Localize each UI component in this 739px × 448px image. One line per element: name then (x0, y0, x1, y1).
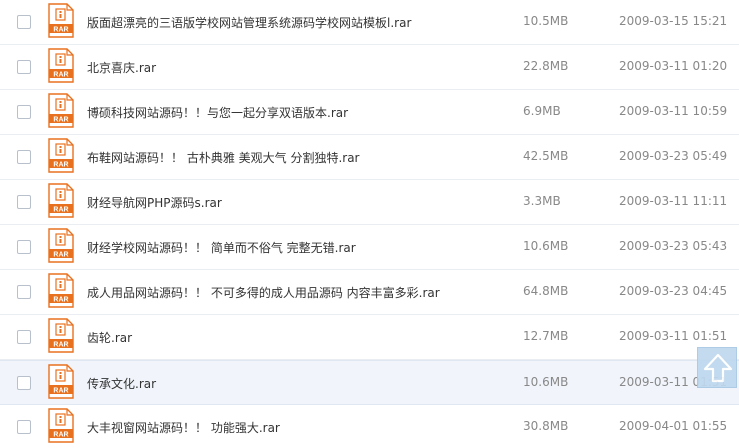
file-type-label: RAR (53, 207, 68, 214)
file-row[interactable]: RAR 财经导航网PHP源码s.rar 3.3MB 2009-03-11 11:11 (0, 180, 739, 225)
file-type-label: RAR (53, 297, 68, 304)
file-size: 6.9MB (523, 104, 561, 118)
file-row[interactable]: RAR 齿轮.rar 12.7MB 2009-03-11 01:51 (0, 315, 739, 360)
rar-file-icon: RAR (48, 3, 74, 38)
file-row[interactable]: RAR 布鞋网站源码！！ 古朴典雅 美观大气 分割独特.rar 42.5MB 2009… (0, 135, 739, 180)
rar-file-icon: RAR (48, 183, 74, 218)
row-checkbox[interactable] (17, 240, 31, 254)
file-size: 12.7MB (523, 329, 569, 343)
file-name[interactable]: 北京喜庆.rar (87, 59, 156, 76)
file-type-label: RAR (53, 117, 68, 124)
file-date: 2009-03-23 04:45 (619, 284, 728, 298)
arrow-up-icon (703, 353, 733, 383)
file-type-label: RAR (53, 252, 68, 259)
row-checkbox[interactable] (17, 105, 31, 119)
file-name[interactable]: 传承文化.rar (87, 375, 156, 392)
file-type-label: RAR (53, 432, 68, 439)
file-date: 2009-03-23 05:49 (619, 149, 728, 163)
rar-file-icon: RAR (48, 318, 74, 353)
file-row[interactable]: RAR 版面超漂亮的三语版学校网站管理系统源码学校网站模板l.rar 10.5MB 2… (0, 0, 739, 45)
rar-file-icon: RAR (48, 93, 74, 128)
file-row[interactable]: RAR 财经学校网站源码！！ 简单而不俗气 完整无错.rar 10.6MB 2009-… (0, 225, 739, 270)
file-name[interactable]: 布鞋网站源码！！ 古朴典雅 美观大气 分割独特.rar (87, 149, 359, 166)
row-checkbox[interactable] (17, 376, 31, 390)
file-date: 2009-03-15 15:21 (619, 14, 728, 28)
back-to-top-button[interactable] (697, 347, 737, 388)
file-size: 22.8MB (523, 59, 569, 73)
row-checkbox[interactable] (17, 285, 31, 299)
rar-file-icon: RAR (48, 48, 74, 83)
file-size: 10.6MB (523, 239, 569, 253)
file-type-label: RAR (53, 388, 68, 395)
file-name[interactable]: 财经导航网PHP源码s.rar (87, 194, 222, 211)
file-size: 3.3MB (523, 194, 561, 208)
file-date: 2009-03-11 10:59 (619, 104, 728, 118)
file-size: 42.5MB (523, 149, 569, 163)
rar-file-icon: RAR (48, 138, 74, 173)
rar-file-icon: RAR (48, 228, 74, 263)
file-size: 64.8MB (523, 284, 569, 298)
file-row[interactable]: RAR 北京喜庆.rar 22.8MB 2009-03-11 01:20 (0, 45, 739, 90)
row-checkbox[interactable] (17, 60, 31, 74)
file-row[interactable]: RAR 大丰视窗网站源码！！ 功能强大.rar 30.8MB 2009-04-01 0… (0, 405, 739, 448)
file-size: 10.5MB (523, 14, 569, 28)
file-name[interactable]: 版面超漂亮的三语版学校网站管理系统源码学校网站模板l.rar (87, 14, 411, 31)
file-name[interactable]: 博硕科技网站源码！！与您一起分享双语版本.rar (87, 104, 348, 121)
file-date: 2009-03-11 01:51 (619, 329, 728, 343)
row-checkbox[interactable] (17, 15, 31, 29)
file-name[interactable]: 财经学校网站源码！！ 简单而不俗气 完整无错.rar (87, 239, 356, 256)
file-date: 2009-04-01 01:55 (619, 419, 728, 433)
file-date: 2009-03-11 01:20 (619, 59, 728, 73)
file-date: 2009-03-11 11:11 (619, 194, 728, 208)
file-size: 30.8MB (523, 419, 569, 433)
file-size: 10.6MB (523, 375, 569, 389)
row-checkbox[interactable] (17, 330, 31, 344)
file-name[interactable]: 齿轮.rar (87, 329, 132, 346)
rar-file-icon: RAR (48, 408, 74, 443)
file-date: 2009-03-23 05:43 (619, 239, 728, 253)
file-type-label: RAR (53, 342, 68, 349)
file-name[interactable]: 大丰视窗网站源码！！ 功能强大.rar (87, 419, 280, 436)
file-row[interactable]: RAR 博硕科技网站源码！！与您一起分享双语版本.rar 6.9MB 2009-03-… (0, 90, 739, 135)
file-type-label: RAR (53, 27, 68, 34)
rar-file-icon: RAR (48, 273, 74, 308)
row-checkbox[interactable] (17, 420, 31, 434)
row-checkbox[interactable] (17, 150, 31, 164)
file-name[interactable]: 成人用品网站源码！！ 不可多得的成人用品源码 内容丰富多彩.rar (87, 284, 440, 301)
rar-file-icon: RAR (48, 364, 74, 399)
file-type-label: RAR (53, 162, 68, 169)
file-type-label: RAR (53, 72, 68, 79)
row-checkbox[interactable] (17, 195, 31, 209)
file-row[interactable]: RAR 成人用品网站源码！！ 不可多得的成人用品源码 内容丰富多彩.rar 64.8… (0, 270, 739, 315)
file-row[interactable]: RAR 传承文化.rar 10.6MB 2009-03-11 01:51 (0, 360, 739, 405)
file-list: RAR 版面超漂亮的三语版学校网站管理系统源码学校网站模板l.rar 10.5MB 2… (0, 0, 739, 448)
